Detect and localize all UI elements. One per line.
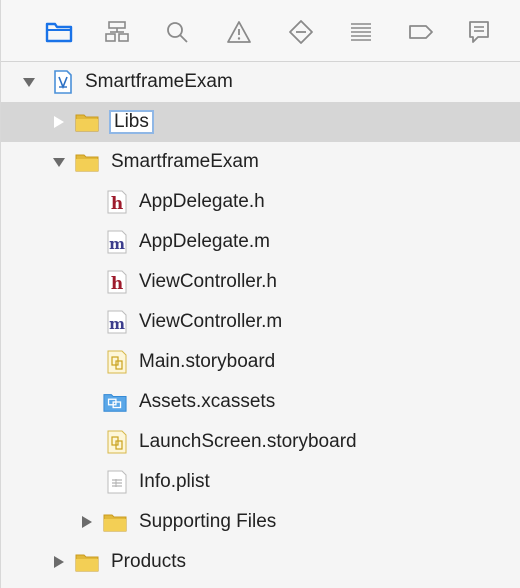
test-navigator-button[interactable]: [285, 16, 317, 48]
disclosure-collapsed-icon[interactable]: [53, 556, 65, 568]
tree-row-file[interactable]: m ViewController.m: [1, 302, 520, 342]
navigator-toolbar: [1, 0, 520, 62]
report-navigator-button[interactable]: [463, 16, 495, 48]
tree-label: Info.plist: [139, 471, 210, 492]
implementation-file-icon: m: [107, 230, 127, 254]
tree-row-file[interactable]: LaunchScreen.storyboard: [1, 422, 520, 462]
tree-row-file[interactable]: m AppDelegate.m: [1, 222, 520, 262]
disclosure-expanded-icon[interactable]: [53, 156, 65, 168]
project-navigator-button[interactable]: [43, 16, 75, 48]
storyboard-file-icon: [107, 350, 127, 374]
tree-row-group[interactable]: SmartframeExam: [1, 142, 520, 182]
header-file-icon: h: [107, 190, 127, 214]
folder-icon: [75, 114, 99, 132]
header-file-icon: h: [107, 270, 127, 294]
tree-label: AppDelegate.m: [139, 231, 270, 252]
tree-row-project[interactable]: SmartframeExam: [1, 62, 520, 102]
tree-row-products[interactable]: Products: [1, 542, 520, 582]
list-icon: [351, 23, 371, 41]
folder-icon: [45, 22, 73, 43]
tree-label: ViewController.h: [139, 271, 278, 292]
tree-row-file[interactable]: h AppDelegate.h: [1, 182, 520, 222]
project-tree: SmartframeExam Libs SmartframeExam h App…: [1, 62, 520, 588]
symbol-navigator-button[interactable]: [101, 16, 133, 48]
tree-label: LaunchScreen.storyboard: [139, 431, 357, 452]
tree-label: SmartframeExam: [85, 71, 233, 92]
implementation-file-icon: m: [107, 310, 127, 334]
folder-icon: [75, 554, 99, 572]
disclosure-collapsed-icon[interactable]: [81, 516, 93, 528]
tree-row-libs[interactable]: Libs: [1, 102, 520, 142]
search-icon: [167, 22, 188, 43]
tree-label: AppDelegate.h: [139, 191, 265, 212]
file-badge-h: h: [111, 194, 123, 214]
project-file-icon: [54, 70, 72, 94]
message-icon: [469, 21, 489, 43]
tree-label: ViewController.m: [139, 311, 283, 332]
folder-icon: [75, 154, 99, 172]
warning-icon: [227, 21, 251, 43]
disclosure-collapsed-icon[interactable]: [53, 116, 65, 128]
tree-label: Main.storyboard: [139, 351, 276, 372]
tree-row-file[interactable]: Info.plist: [1, 462, 520, 502]
rename-input[interactable]: Libs: [109, 110, 154, 134]
breakpoint-navigator-button[interactable]: [405, 16, 437, 48]
asset-catalog-icon: [103, 394, 127, 412]
file-badge-h: h: [111, 274, 123, 294]
tree-label: Supporting Files: [139, 511, 277, 532]
folder-icon: [103, 514, 127, 532]
disclosure-expanded-icon[interactable]: [23, 76, 35, 88]
file-badge-m: m: [109, 235, 125, 253]
navigator-window: SmartframeExam Libs SmartframeExam h App…: [0, 0, 520, 588]
find-navigator-button[interactable]: [161, 16, 193, 48]
hierarchy-icon: [105, 21, 129, 42]
tree-label: SmartframeExam: [111, 151, 259, 172]
tree-row-file[interactable]: Assets.xcassets: [1, 382, 520, 422]
tree-label: Products: [111, 551, 186, 572]
debug-navigator-button[interactable]: [345, 16, 377, 48]
diamond-minus-icon: [289, 20, 313, 44]
tree-row-file[interactable]: Main.storyboard: [1, 342, 520, 382]
tree-row-file[interactable]: h ViewController.h: [1, 262, 520, 302]
plist-file-icon: [107, 470, 127, 494]
issue-navigator-button[interactable]: [223, 16, 255, 48]
storyboard-file-icon: [107, 430, 127, 454]
tag-icon: [409, 25, 433, 39]
file-badge-m: m: [109, 315, 125, 333]
tree-row-supporting-files[interactable]: Supporting Files: [1, 502, 520, 542]
tree-label: Assets.xcassets: [139, 391, 276, 412]
